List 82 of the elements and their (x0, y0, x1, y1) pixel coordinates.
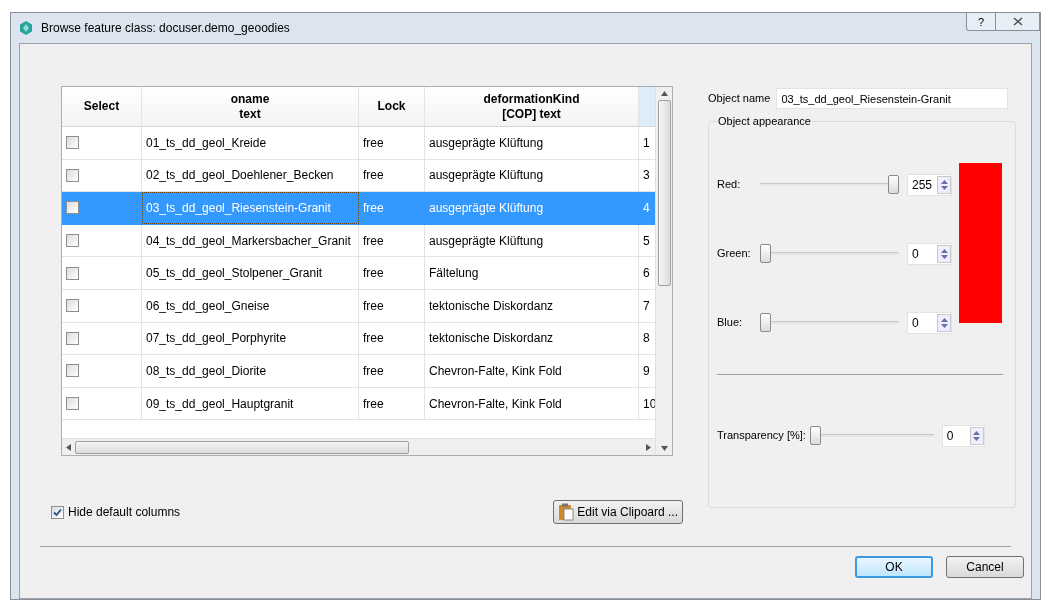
column-header[interactable]: Select (62, 87, 142, 126)
table-cell: tektonische Diskordanz (425, 322, 639, 355)
window-title: Browse feature class: docuser.demo_geoodies (41, 20, 290, 37)
table-cell: ausgeprägte Klüftung (425, 224, 639, 257)
table-cell: free (359, 289, 425, 322)
spin-box[interactable]: 0 (907, 242, 952, 265)
table-cell: Chevron-Falte, Kink Fold (425, 387, 639, 420)
spin-box[interactable]: 0 (941, 424, 985, 447)
slider[interactable] (760, 313, 899, 332)
spin-arrows-icon[interactable] (937, 244, 951, 263)
row-checkbox[interactable] (66, 266, 79, 280)
table-cell: ausgeprägte Klüftung (425, 192, 639, 224)
spin-arrows-icon[interactable] (937, 175, 951, 194)
channel-label: Red: (717, 177, 742, 193)
channel-label: Blue: (717, 315, 744, 331)
transparency-label: Transparency [%]: (717, 428, 806, 444)
row-checkbox[interactable] (66, 136, 79, 150)
checkbox-label: Hide default columns (68, 504, 181, 521)
table-cell: free (359, 355, 425, 387)
close-button[interactable] (996, 13, 1040, 31)
table-cell: free (359, 127, 425, 159)
slider-handle[interactable] (888, 175, 899, 194)
slider-handle[interactable] (760, 313, 771, 332)
channel-label: Green: (717, 246, 752, 262)
table-cell: 08_ts_dd_geol_Diorite (142, 355, 359, 387)
row-checkbox[interactable] (66, 299, 79, 313)
object-name-field[interactable]: 03_ts_dd_geol_Riesenstein-Granit (776, 88, 1009, 109)
scroll-left-icon[interactable] (66, 443, 71, 451)
column-header[interactable]: Lock (359, 87, 425, 126)
dialog-button[interactable]: Cancel (946, 556, 1024, 578)
table-cell: 05_ts_dd_geol_Stolpener_Granit (142, 257, 359, 289)
spin-arrows-icon[interactable] (969, 426, 984, 445)
table-cell: 02_ts_dd_geol_Doehlener_Becken (142, 159, 359, 192)
table-cell: free (359, 387, 425, 420)
slider-handle[interactable] (809, 426, 821, 445)
table-cell: 03_ts_dd_geol_Riesenstein-Granit (142, 192, 359, 224)
table-cell: free (359, 224, 425, 257)
scrollbar-thumb[interactable] (657, 100, 671, 286)
table-cell: 06_ts_dd_geol_Gneise (142, 289, 359, 322)
slider[interactable] (809, 426, 934, 445)
row-checkbox[interactable] (66, 168, 79, 182)
table-cell: free (359, 257, 425, 289)
close-icon (1012, 17, 1023, 26)
clipboard-icon (558, 503, 575, 521)
slider[interactable] (760, 244, 899, 263)
help-button[interactable]: ? (966, 13, 996, 31)
vertical-scrollbar[interactable] (655, 87, 672, 455)
slider-handle[interactable] (760, 244, 771, 263)
table-cell: free (359, 159, 425, 192)
row-checkbox[interactable] (66, 331, 79, 345)
group-title: Object appearance (717, 114, 812, 129)
edit-via-clipboard-button[interactable]: Edit via Clipoard ... (553, 500, 683, 524)
table-cell: ausgeprägte Klüftung (425, 159, 639, 192)
slider[interactable] (760, 175, 899, 194)
checkbox[interactable] (51, 505, 64, 519)
table-cell: Fältelung (425, 257, 639, 289)
horizontal-scrollbar[interactable] (62, 438, 655, 455)
row-checkbox[interactable] (66, 234, 79, 248)
spin-box[interactable]: 0 (907, 311, 952, 334)
scroll-down-icon[interactable] (660, 446, 668, 451)
scrollbar-thumb[interactable] (75, 440, 409, 454)
table-cell: 07_ts_dd_geol_Porphyrite (142, 322, 359, 355)
object-name-label: Object name (708, 91, 771, 107)
app-logo-icon (19, 21, 33, 35)
row-checkbox[interactable] (66, 201, 79, 215)
table-cell: tektonische Diskordanz (425, 289, 639, 322)
table-cell: free (359, 192, 425, 224)
table-cell: 04_ts_dd_geol_Markersbacher_Granit (142, 224, 359, 257)
scroll-up-icon[interactable] (660, 91, 668, 96)
column-header[interactable]: oname text (142, 87, 359, 126)
checkmark-icon (53, 507, 62, 517)
table-cell: free (359, 322, 425, 355)
table-cell: Chevron-Falte, Kink Fold (425, 355, 639, 387)
scroll-right-icon[interactable] (646, 443, 651, 451)
table-cell: ausgeprägte Klüftung (425, 127, 639, 159)
table-cell: 01_ts_dd_geol_Kreide (142, 127, 359, 159)
dialog-button[interactable]: OK (855, 556, 933, 578)
spin-box[interactable]: 255 (907, 173, 952, 196)
row-checkbox[interactable] (66, 364, 79, 378)
table-cell: 09_ts_dd_geol_Hauptgranit (142, 387, 359, 420)
row-checkbox[interactable] (66, 397, 79, 411)
spin-arrows-icon[interactable] (937, 313, 951, 332)
